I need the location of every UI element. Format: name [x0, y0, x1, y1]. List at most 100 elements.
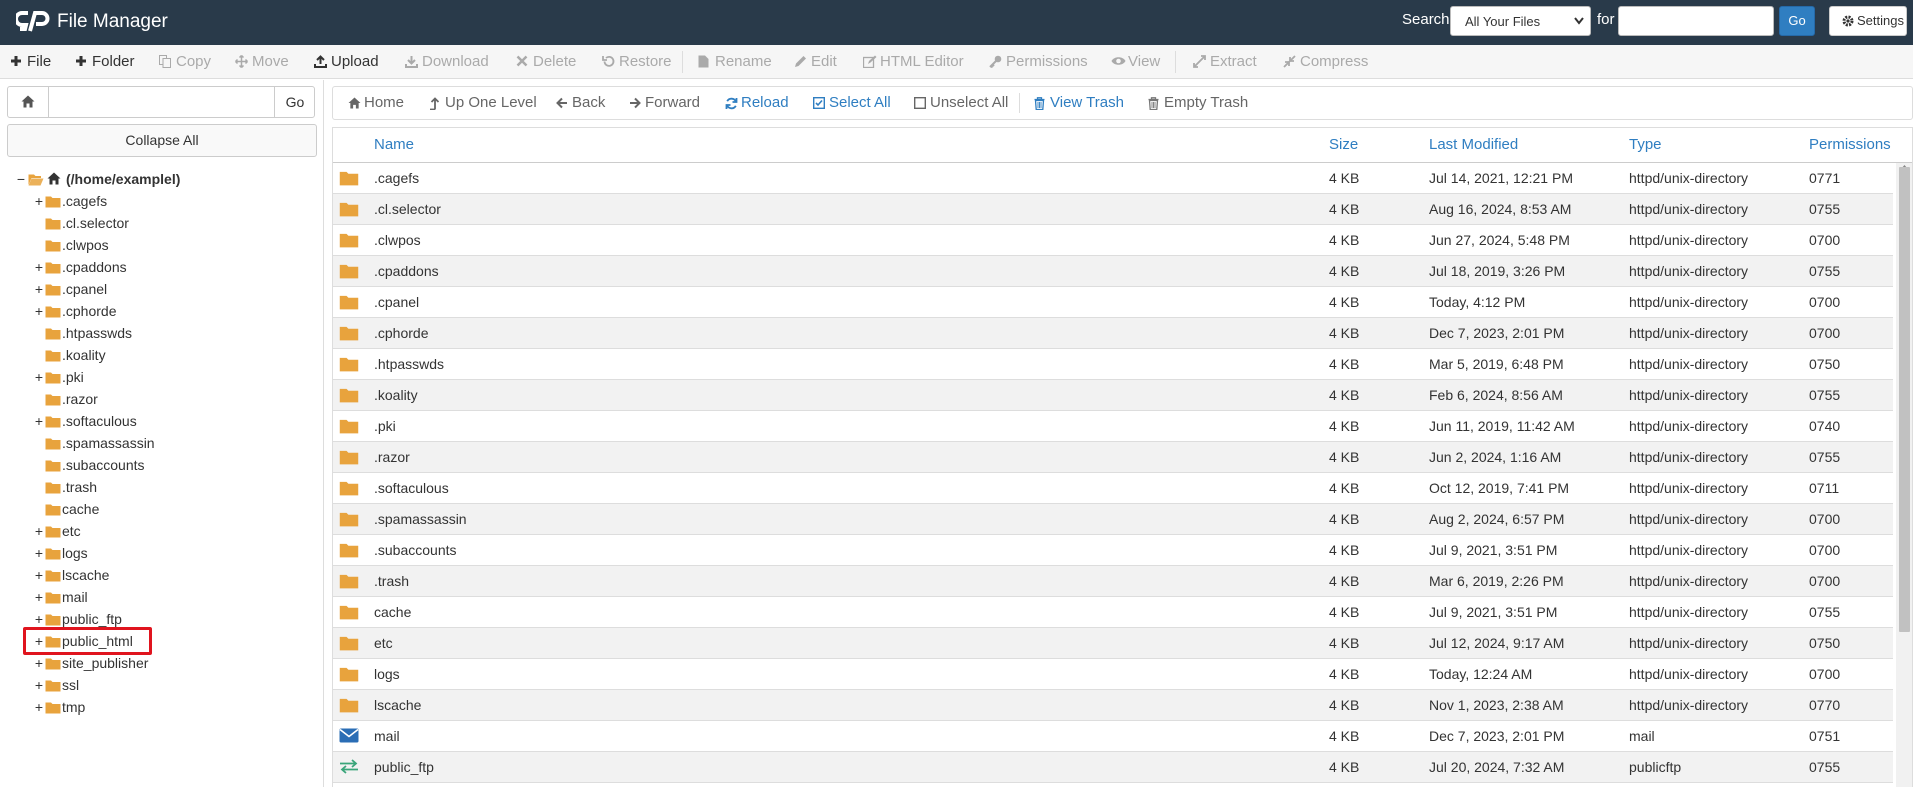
table-row[interactable]: .subaccounts 4 KB Jul 9, 2021, 3:51 PM http… — [333, 535, 1893, 566]
tree-item-label: .subaccounts — [62, 457, 145, 473]
html-editor-label: HTML Editor — [880, 53, 964, 70]
file-type: httpd/unix-directory — [1629, 511, 1749, 527]
file-name: .clwpos — [374, 232, 421, 248]
tree-expand-toggle[interactable]: + — [33, 410, 45, 432]
file-size: 4 KB — [1329, 356, 1360, 372]
folder-icon — [45, 504, 61, 516]
column-header-permissions[interactable]: Permissions — [1809, 128, 1891, 162]
tree-item-label: .cpanel — [62, 281, 108, 297]
tree-expand-toggle[interactable]: + — [33, 674, 45, 696]
tree-expand-toggle[interactable]: + — [33, 564, 45, 586]
file-last-modified: Jul 20, 2024, 7:32 AM — [1429, 759, 1565, 775]
tree-expand-toggle[interactable]: + — [33, 542, 45, 564]
table-row[interactable]: .cagefs 4 KB Jul 14, 2021, 12:21 PM httpd/u… — [333, 163, 1893, 194]
table-row[interactable]: .pki 4 KB Jun 11, 2019, 11:42 AM httpd/unix… — [333, 411, 1893, 442]
file-name: .razor — [374, 449, 410, 465]
table-row[interactable]: lscache 4 KB Nov 1, 2023, 2:38 AM httpd/uni… — [333, 690, 1893, 721]
column-header-name[interactable]: Name — [374, 128, 414, 162]
folder-icon — [45, 570, 61, 582]
column-header-last-modified[interactable]: Last Modified — [1429, 128, 1518, 162]
checkbox-icon — [914, 97, 926, 109]
tree-expand-toggle[interactable]: + — [33, 652, 45, 674]
file-size: 4 KB — [1329, 387, 1360, 403]
tree-item-label: .koality — [62, 347, 106, 363]
view-trash-label: View Trash — [1050, 94, 1124, 111]
column-header-type[interactable]: Type — [1629, 128, 1662, 162]
path-go-button[interactable]: Go — [276, 87, 314, 117]
table-row[interactable]: .cl.selector 4 KB Aug 16, 2024, 8:53 AM htt… — [333, 194, 1893, 225]
home-directory-button[interactable] — [8, 87, 49, 117]
folder-icon — [339, 574, 359, 589]
settings-button[interactable]: Settings — [1829, 6, 1907, 36]
table-row[interactable]: .trash 4 KB Mar 6, 2019, 2:26 PM httpd/unix… — [333, 566, 1893, 597]
tree-collapse-toggle[interactable]: − — [15, 168, 27, 190]
file-size: 4 KB — [1329, 542, 1360, 558]
table-row[interactable]: .htpasswds 4 KB Mar 5, 2019, 6:48 PM httpd/… — [333, 349, 1893, 380]
file-last-modified: Mar 5, 2019, 6:48 PM — [1429, 356, 1564, 372]
trash-icon — [1148, 97, 1159, 110]
tree-expand-toggle[interactable]: + — [33, 586, 45, 608]
search-input[interactable] — [1618, 6, 1774, 36]
file-type: httpd/unix-directory — [1629, 604, 1749, 620]
table-row[interactable]: cache 4 KB Jul 9, 2021, 3:51 PM httpd/unix-… — [333, 597, 1893, 628]
file-permissions: 0751 — [1809, 728, 1841, 744]
tree-expand-toggle[interactable]: + — [33, 366, 45, 388]
tree-expand-toggle[interactable]: + — [33, 520, 45, 542]
file-type: httpd/unix-directory — [1629, 263, 1749, 279]
tree-expand-toggle[interactable]: + — [33, 300, 45, 322]
collapse-all-button[interactable]: Collapse All — [7, 124, 317, 157]
key-icon — [989, 55, 1002, 68]
file-name: mail — [374, 728, 400, 744]
table-row[interactable]: .cpanel 4 KB Today, 4:12 PM httpd/unix-dire… — [333, 287, 1893, 318]
table-row[interactable]: .softaculous 4 KB Oct 12, 2019, 7:41 PM htt… — [333, 473, 1893, 504]
file-permissions: 0700 — [1809, 666, 1841, 682]
select-all-label: Select All — [829, 94, 891, 111]
column-header-size[interactable]: Size — [1329, 128, 1358, 162]
folder-icon — [339, 326, 359, 341]
search-scope-value: All Your Files — [1465, 14, 1541, 29]
file-type: httpd/unix-directory — [1629, 356, 1749, 372]
scrollbar-thumb[interactable] — [1899, 167, 1910, 632]
folder-icon — [45, 702, 61, 714]
tree-expand-toggle[interactable]: + — [33, 190, 45, 212]
file-size: 4 KB — [1329, 480, 1360, 496]
table-row[interactable]: .spamassassin 4 KB Aug 2, 2024, 6:57 PM htt… — [333, 504, 1893, 535]
tree-item-label: ssl — [62, 677, 80, 693]
file-type: httpd/unix-directory — [1629, 294, 1749, 310]
panel-divider[interactable] — [323, 80, 324, 787]
checkbox-checked-icon — [813, 97, 825, 109]
search-go-button[interactable]: Go — [1779, 6, 1815, 36]
empty-trash-label: Empty Trash — [1164, 94, 1249, 111]
table-row[interactable]: .cpaddons 4 KB Jul 18, 2019, 3:26 PM httpd/… — [333, 256, 1893, 287]
file-last-modified: Jul 12, 2024, 9:17 AM — [1429, 635, 1565, 651]
move-icon — [235, 55, 248, 68]
table-row[interactable]: logs 4 KB Today, 12:24 AM httpd/unix-direct… — [333, 659, 1893, 690]
file-type: httpd/unix-directory — [1629, 201, 1749, 217]
file-size: 4 KB — [1329, 325, 1360, 341]
edit-label: Edit — [811, 53, 837, 70]
table-row[interactable]: mail 4 KB Dec 7, 2023, 2:01 PM mail 0751 — [333, 721, 1893, 752]
path-input[interactable] — [49, 87, 275, 117]
file-size: 4 KB — [1329, 418, 1360, 434]
table-row[interactable]: public_ftp 4 KB Jul 20, 2024, 7:32 AM publi… — [333, 752, 1893, 783]
folder-icon — [339, 605, 359, 620]
table-row[interactable]: .clwpos 4 KB Jun 27, 2024, 5:48 PM httpd/un… — [333, 225, 1893, 256]
table-row[interactable]: .koality 4 KB Feb 6, 2024, 8:56 AM httpd/un… — [333, 380, 1893, 411]
search-scope-select[interactable]: All Your Files — [1450, 6, 1591, 36]
file-type: httpd/unix-directory — [1629, 666, 1749, 682]
table-row[interactable]: etc 4 KB Jul 12, 2024, 9:17 AM httpd/unix-d… — [333, 628, 1893, 659]
table-row[interactable]: .cphorde 4 KB Dec 7, 2023, 2:01 PM httpd/un… — [333, 318, 1893, 349]
tree-expand-toggle[interactable]: + — [33, 256, 45, 278]
file-name: .cl.selector — [374, 201, 441, 217]
file-last-modified: Jul 9, 2021, 3:51 PM — [1429, 604, 1558, 620]
table-row[interactable]: .razor 4 KB Jun 2, 2024, 1:16 AM httpd/unix… — [333, 442, 1893, 473]
move-label: Move — [252, 53, 289, 70]
tree-expand-toggle[interactable]: + — [33, 278, 45, 300]
file-name: cache — [374, 604, 412, 620]
tree-expand-toggle[interactable]: + — [33, 696, 45, 718]
folder-icon — [339, 357, 359, 372]
tree-item-label: .cpaddons — [62, 259, 127, 275]
file-permissions: 0755 — [1809, 387, 1841, 403]
restore-icon — [602, 55, 615, 67]
file-last-modified: Today, 12:24 AM — [1429, 666, 1533, 682]
